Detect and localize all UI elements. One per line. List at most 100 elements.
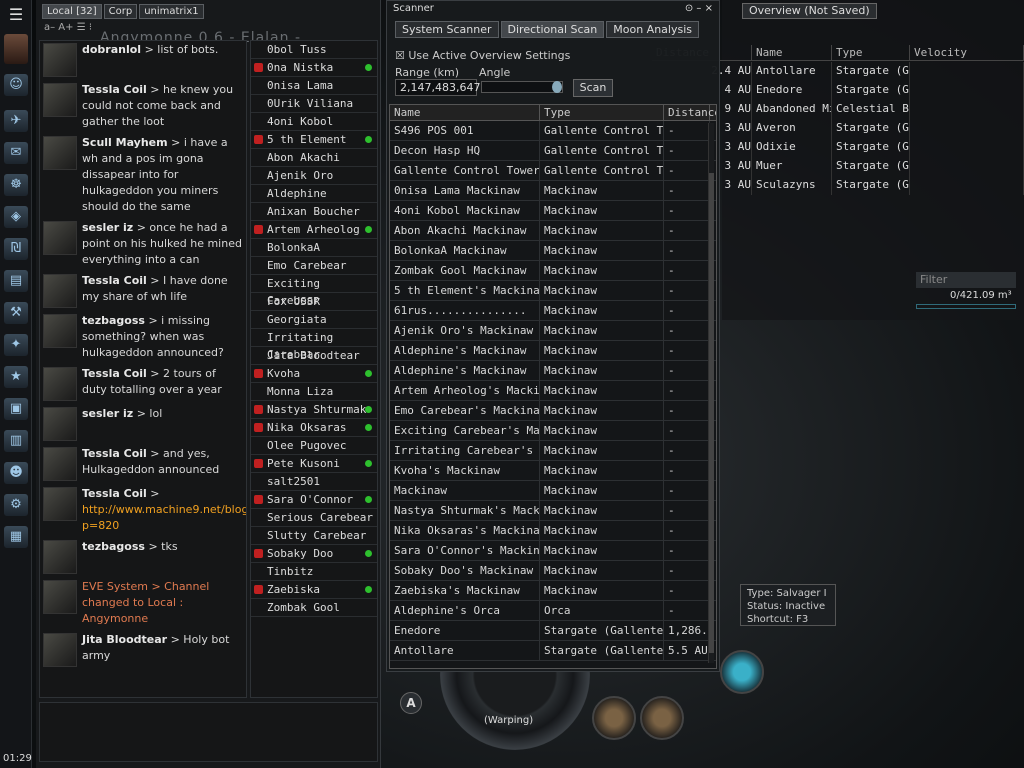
member-item[interactable]: Monna Liza [251,383,377,401]
avatar[interactable] [43,540,77,574]
tab-corp[interactable]: Corp [103,4,138,19]
message-author[interactable]: sesler iz [82,407,133,420]
mail-icon[interactable]: ✉ [4,142,28,164]
avatar[interactable] [43,43,77,77]
autopilot-button[interactable]: A [400,692,422,714]
table-row[interactable]: Ajenik Oro's Mackinaw Mackinaw - [390,321,716,341]
scan-results-scrollbar[interactable] [708,123,714,663]
table-row[interactable]: Decon Hasp HQ Gallente Control Tow - [390,141,716,161]
assets-icon[interactable]: ◈ [4,206,28,228]
market-icon[interactable]: ▤ [4,270,28,292]
table-row[interactable]: Enedore Stargate (Gallente S 1,286.4 [390,621,716,641]
column-header[interactable]: Type [832,45,910,60]
tab-directional-scan[interactable]: Directional Scan [500,21,605,38]
member-item[interactable]: Abon Akachi [251,149,377,167]
angle-slider-handle[interactable] [552,81,562,93]
message-author[interactable]: EVE System [82,580,148,593]
table-row[interactable]: Irritating Carebear's MackiMackinaw- [390,441,716,461]
table-row[interactable]: 5 th Element's Mackinaw Mackinaw - [390,281,716,301]
module-slot-1[interactable] [592,696,636,740]
message-author[interactable]: tezbagoss [82,314,145,327]
scrollbar-thumb[interactable] [709,173,714,653]
table-row[interactable]: Emo Carebear's Mackinaw Mackinaw - [390,401,716,421]
table-row[interactable]: Sobaky Doo's Mackinaw Mackinaw - [390,561,716,581]
message-author[interactable]: sesler iz [82,221,133,234]
message-author[interactable]: Tessla Coil [82,367,147,380]
message-author[interactable]: Tessla Coil [82,83,147,96]
tab-local[interactable]: Local [32] [42,4,102,19]
avatar[interactable] [43,580,77,614]
table-row[interactable]: 61rus............... Mackinaw - [390,301,716,321]
table-row[interactable]: Aldephine's Orca Orca - [390,601,716,621]
table-row[interactable]: Abon Akachi Mackinaw Mackinaw - [390,221,716,241]
member-item[interactable]: 5 th Element [251,131,377,149]
member-item[interactable]: Emo Carebear [251,257,377,275]
angle-slider[interactable] [481,81,563,93]
member-item[interactable]: Aldephine [251,185,377,203]
avatar[interactable] [43,487,77,521]
message-link[interactable]: http://www.machine9.net/blog/?p=820 [82,503,246,532]
member-item[interactable]: Georgiata [251,311,377,329]
table-row[interactable]: Antollare Stargate (Gallente S 5.5 AU [390,641,716,661]
member-item[interactable]: Tinbitz [251,563,377,581]
member-item[interactable]: salt2501 [251,473,377,491]
member-item[interactable]: Jita Bloodtear [251,347,377,365]
message-author[interactable]: Tessla Coil [82,447,147,460]
notepad-icon[interactable]: ▦ [4,526,28,548]
scan-button[interactable]: Scan [573,79,613,97]
table-row[interactable]: Kvoha's Mackinaw Mackinaw - [390,461,716,481]
table-row[interactable]: Gallente Control Tower Gallente Control T… [390,161,716,181]
member-item[interactable]: Artem Arheolog [251,221,377,239]
member-item[interactable]: Slutty Carebear [251,527,377,545]
avatar[interactable] [43,633,77,667]
table-row[interactable]: 4oni Kobol Mackinaw Mackinaw - [390,201,716,221]
member-item[interactable]: Pete Kusoni [251,455,377,473]
people-icon[interactable]: ☺ [4,74,28,96]
table-row[interactable]: Zombak Gool Mackinaw Mackinaw - [390,261,716,281]
avatar[interactable] [43,221,77,255]
table-row[interactable]: Nastya Shturmak's Mackin Mackinaw - [390,501,716,521]
avatar[interactable] [43,407,77,441]
message-author[interactable]: Scull Mayhem [82,136,168,149]
table-row[interactable]: Aldephine's Mackinaw Mackinaw - [390,341,716,361]
member-item[interactable]: Kvoha [251,365,377,383]
member-item[interactable]: Sobaky Doo [251,545,377,563]
member-item[interactable]: 0bol Tuss [251,41,377,59]
message-author[interactable]: tezbagoss [82,540,145,553]
avatar[interactable] [43,367,77,401]
table-row[interactable]: Artem Arheolog's Mackina Mackinaw - [390,381,716,401]
member-item[interactable]: Nastya Shturmak [251,401,377,419]
avatar[interactable] [43,447,77,481]
member-item[interactable]: 0Urik Viliana [251,95,377,113]
member-item[interactable]: 0nisa Lama [251,77,377,95]
settings-icon[interactable]: ⚙ [4,494,28,516]
window-controls[interactable]: ⊙ – × [685,3,713,14]
corporation-icon[interactable]: ★ [4,366,28,388]
member-item[interactable]: BolonkaA [251,239,377,257]
member-item[interactable]: Nika Oksaras [251,419,377,437]
avatar[interactable] [43,83,77,117]
message-author[interactable]: Tessla Coil [82,487,147,500]
member-item[interactable]: Zaebiska [251,581,377,599]
module-slot-salvager[interactable] [720,650,764,694]
message-author[interactable]: Jita Bloodtear [82,633,167,646]
chat-settings-icons[interactable]: a– A+ ☰ ⁝ [44,22,92,33]
table-row[interactable]: Sara O'Connor's Mackinaw Mackinaw - [390,541,716,561]
message-author[interactable]: Tessla Coil [82,274,147,287]
cargo-filter-input[interactable]: Filter [916,272,1016,288]
module-slot-2[interactable] [640,696,684,740]
column-header[interactable]: Name [752,45,832,60]
table-row[interactable]: Nika Oksaras's Mackinaw Mackinaw - [390,521,716,541]
range-input[interactable]: 2,147,483,647 [395,79,480,96]
inventory-icon[interactable]: ▣ [4,398,28,420]
journal-icon[interactable]: ▥ [4,430,28,452]
table-row[interactable]: Exciting Carebear's MackinMackinaw- [390,421,716,441]
member-item[interactable]: 0na Nistka [251,59,377,77]
character-icon[interactable]: ☻ [4,462,28,484]
member-item[interactable]: 4oni Kobol [251,113,377,131]
wallet-icon[interactable]: ₪ [4,238,28,260]
table-row[interactable]: Aldephine's Mackinaw Mackinaw - [390,361,716,381]
member-item[interactable]: Exciting Carebear [251,275,377,307]
hamburger-icon[interactable]: ☰ [4,6,28,24]
use-overview-checkbox[interactable]: ☒ Use Active Overview Settings [395,49,570,62]
